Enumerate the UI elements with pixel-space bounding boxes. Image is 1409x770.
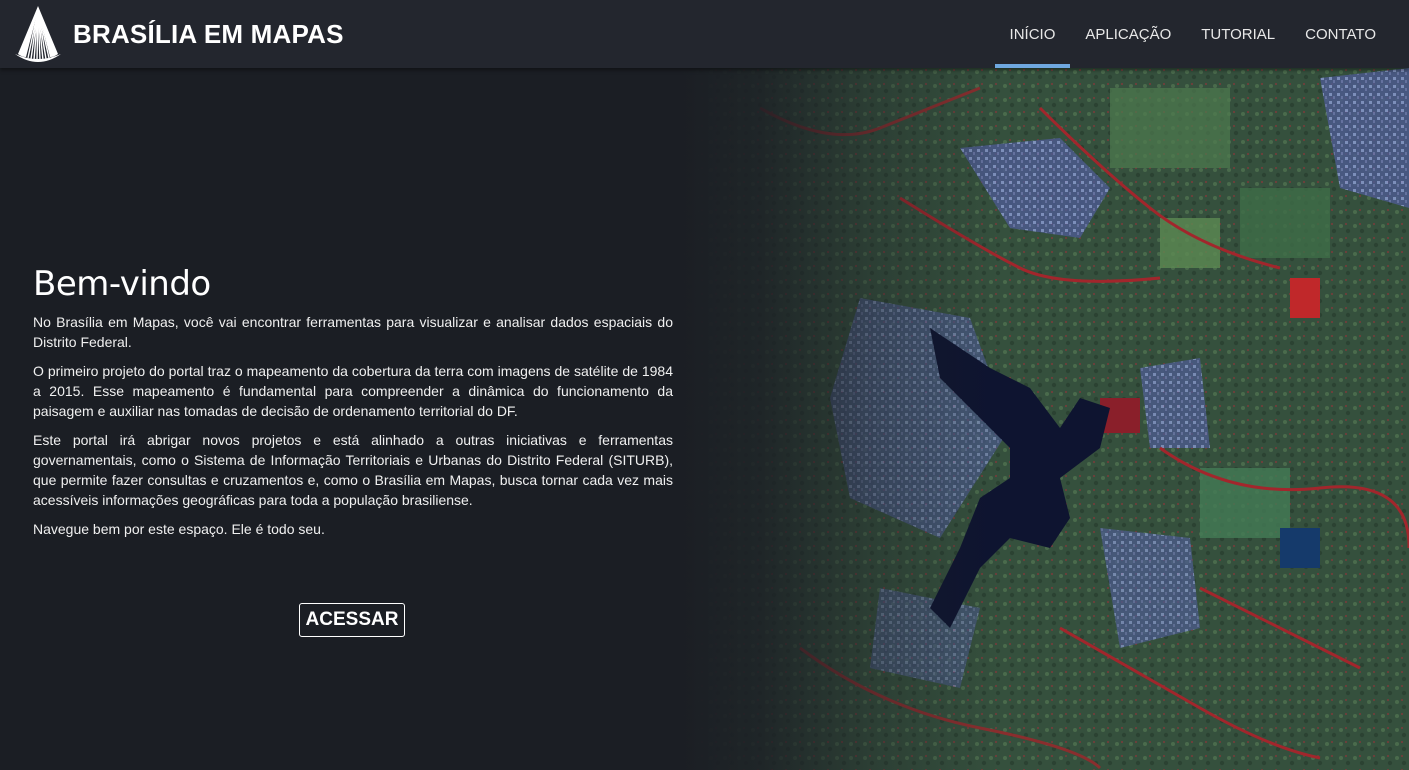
brasilia-cathedral-logo-icon bbox=[15, 6, 61, 62]
main-nav: INÍCIO APLICAÇÃO TUTORIAL CONTATO bbox=[994, 0, 1391, 68]
nav-item-tutorial[interactable]: TUTORIAL bbox=[1186, 0, 1290, 68]
satellite-fade-overlay bbox=[680, 68, 1000, 770]
nav-item-label: APLICAÇÃO bbox=[1085, 25, 1172, 43]
nav-item-label: TUTORIAL bbox=[1201, 25, 1276, 43]
nav-item-aplicacao[interactable]: APLICAÇÃO bbox=[1070, 0, 1186, 68]
page-title: Bem-vindo bbox=[33, 264, 211, 304]
nav-item-label: INÍCIO bbox=[1009, 25, 1056, 43]
intro-paragraph: No Brasília em Mapas, você vai encontrar… bbox=[33, 314, 673, 350]
nav-item-inicio[interactable]: INÍCIO bbox=[994, 0, 1071, 68]
acessar-button[interactable]: ACESSAR bbox=[299, 603, 405, 637]
welcome-section: Bem-vindo No Brasília em Mapas, você vai… bbox=[33, 262, 673, 548]
nav-item-contato[interactable]: CONTATO bbox=[1290, 0, 1391, 68]
closing-paragraph: Navegue bem por este espaço. Ele é todo … bbox=[33, 521, 325, 537]
brand-name: BRASÍLIA EM MAPAS bbox=[73, 18, 344, 49]
initiatives-paragraph: Este portal irá abrigar novos projetos e… bbox=[33, 432, 673, 508]
top-navbar: BRASÍLIA EM MAPAS INÍCIO APLICAÇÃO TUTOR… bbox=[0, 0, 1409, 68]
brand[interactable]: BRASÍLIA EM MAPAS bbox=[12, 4, 344, 64]
page: BRASÍLIA EM MAPAS INÍCIO APLICAÇÃO TUTOR… bbox=[0, 0, 1409, 770]
project-paragraph: O primeiro projeto do portal traz o mape… bbox=[33, 363, 673, 419]
nav-item-label: CONTATO bbox=[1305, 25, 1376, 43]
